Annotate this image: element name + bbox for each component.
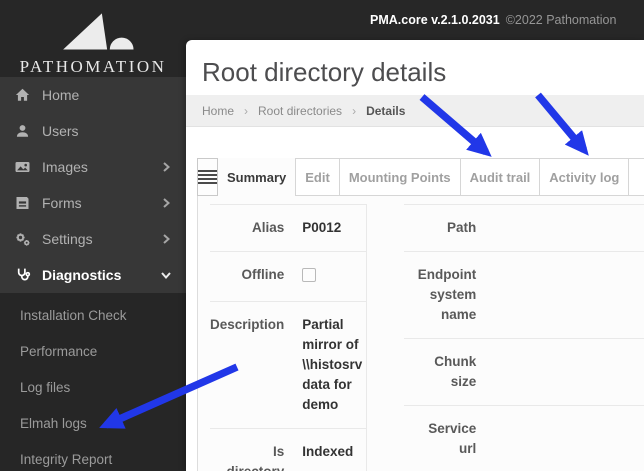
table-row: Endpoint system name (404, 251, 644, 339)
app-version: PMA.core v.2.1.0.2031 (370, 13, 500, 27)
table-row: Alias P0012 (210, 204, 367, 252)
table-row: Chunk size (404, 338, 644, 406)
image-icon (14, 159, 32, 175)
table-row: Is directory indexed Indexed (210, 428, 367, 471)
field-label-path: Path (404, 204, 483, 252)
save-icon (14, 195, 32, 211)
field-label-service-url: Service url (404, 405, 483, 471)
breadcrumb: Home › Root directories › Details (186, 95, 644, 127)
chevron-down-icon (161, 272, 171, 280)
field-value-chunk-size (482, 338, 644, 406)
breadcrumb-separator: › (352, 103, 357, 118)
copyright: ©2022 Pathomation (505, 13, 617, 27)
chevron-right-icon (163, 198, 171, 208)
sidebar-menu: Home Users Images Forms Settings Diagnos… (0, 77, 186, 293)
home-icon (14, 87, 32, 103)
diagnostics-submenu: Installation Check Performance Log files… (0, 293, 186, 471)
sidebar: PATHOMATION Home Users Images Forms Sett… (0, 0, 186, 471)
submenu-item-integrity-report[interactable]: Integrity Report (0, 441, 186, 471)
breadcrumb-root-directories[interactable]: Root directories (258, 104, 342, 118)
user-icon (14, 123, 32, 139)
sidebar-item-settings[interactable]: Settings (0, 221, 186, 257)
pathomation-logo-icon (62, 13, 134, 50)
topbar: PMA.core v.2.1.0.2031 ©2022 Pathomation (370, 13, 616, 27)
tab-bar: Summary Edit Mounting Points Audit trail… (186, 158, 644, 196)
chevron-right-icon (163, 234, 171, 244)
table-row: Path (404, 204, 644, 252)
sidebar-item-label: Settings (42, 231, 93, 247)
tab-activity-log[interactable]: Activity log (539, 158, 630, 196)
table-row: Description Partial mirror of \\histosrv… (210, 301, 367, 429)
breadcrumb-details: Details (366, 103, 406, 118)
sidebar-item-users[interactable]: Users (0, 113, 186, 149)
stethoscope-icon (14, 267, 32, 283)
summary-panel: Alias P0012 Offline Description Partial … (197, 196, 644, 471)
summary-table-right: Path Endpoint system name Chunk size Ser… (404, 204, 644, 471)
submenu-item-installation-check[interactable]: Installation Check (0, 297, 186, 333)
breadcrumb-separator: › (244, 103, 249, 118)
field-value-service-url (482, 405, 644, 471)
tab-edit[interactable]: Edit (295, 158, 340, 196)
field-value-alias: P0012 (294, 204, 367, 252)
table-row: Offline (210, 251, 367, 302)
tab-audit-trail[interactable]: Audit trail (459, 158, 541, 196)
field-label-description: Description (210, 301, 295, 429)
table-row: Service url (404, 405, 644, 471)
field-label-chunk-size: Chunk size (404, 338, 483, 406)
sidebar-item-images[interactable]: Images (0, 149, 186, 185)
page-title: Root directory details (202, 57, 447, 87)
summary-table-left: Alias P0012 Offline Description Partial … (210, 204, 368, 471)
sidebar-item-label: Images (42, 159, 88, 175)
field-value-endpoint-system-name (482, 251, 644, 339)
sidebar-item-diagnostics[interactable]: Diagnostics (0, 257, 186, 293)
field-value-is-directory-indexed: Indexed (294, 428, 367, 471)
sidebar-item-forms[interactable]: Forms (0, 185, 186, 221)
gears-icon (14, 231, 32, 247)
offline-checkbox[interactable] (302, 268, 317, 282)
brand-name: PATHOMATION (19, 57, 167, 76)
field-label-is-directory-indexed: Is directory indexed (210, 428, 295, 471)
sidebar-item-label: Diagnostics (42, 267, 122, 283)
tab-mounting-points[interactable]: Mounting Points (338, 158, 461, 196)
brand-logo[interactable]: PATHOMATION (0, 0, 186, 77)
sidebar-item-label: Users (42, 123, 79, 139)
submenu-item-elmah-logs[interactable]: Elmah logs (0, 405, 186, 441)
field-label-offline: Offline (210, 251, 295, 302)
field-value-description: Partial mirror of \\histosrv data for de… (294, 301, 367, 429)
breadcrumb-home[interactable]: Home (202, 104, 234, 118)
field-label-endpoint-system-name: Endpoint system name (404, 251, 483, 339)
sidebar-item-home[interactable]: Home (0, 77, 186, 113)
sidebar-item-label: Forms (42, 195, 82, 211)
sidebar-item-label: Home (42, 87, 80, 103)
field-label-alias: Alias (210, 204, 295, 252)
submenu-item-log-files[interactable]: Log files (0, 369, 186, 405)
content-panel: Root directory details Home › Root direc… (186, 40, 644, 471)
tabs-menu-button[interactable] (197, 158, 218, 196)
hamburger-icon (198, 170, 217, 184)
chevron-right-icon (163, 162, 171, 172)
submenu-item-performance[interactable]: Performance (0, 333, 186, 369)
tab-partial[interactable] (628, 158, 644, 196)
field-value-path (482, 204, 644, 252)
tab-summary[interactable]: Summary (218, 158, 296, 196)
